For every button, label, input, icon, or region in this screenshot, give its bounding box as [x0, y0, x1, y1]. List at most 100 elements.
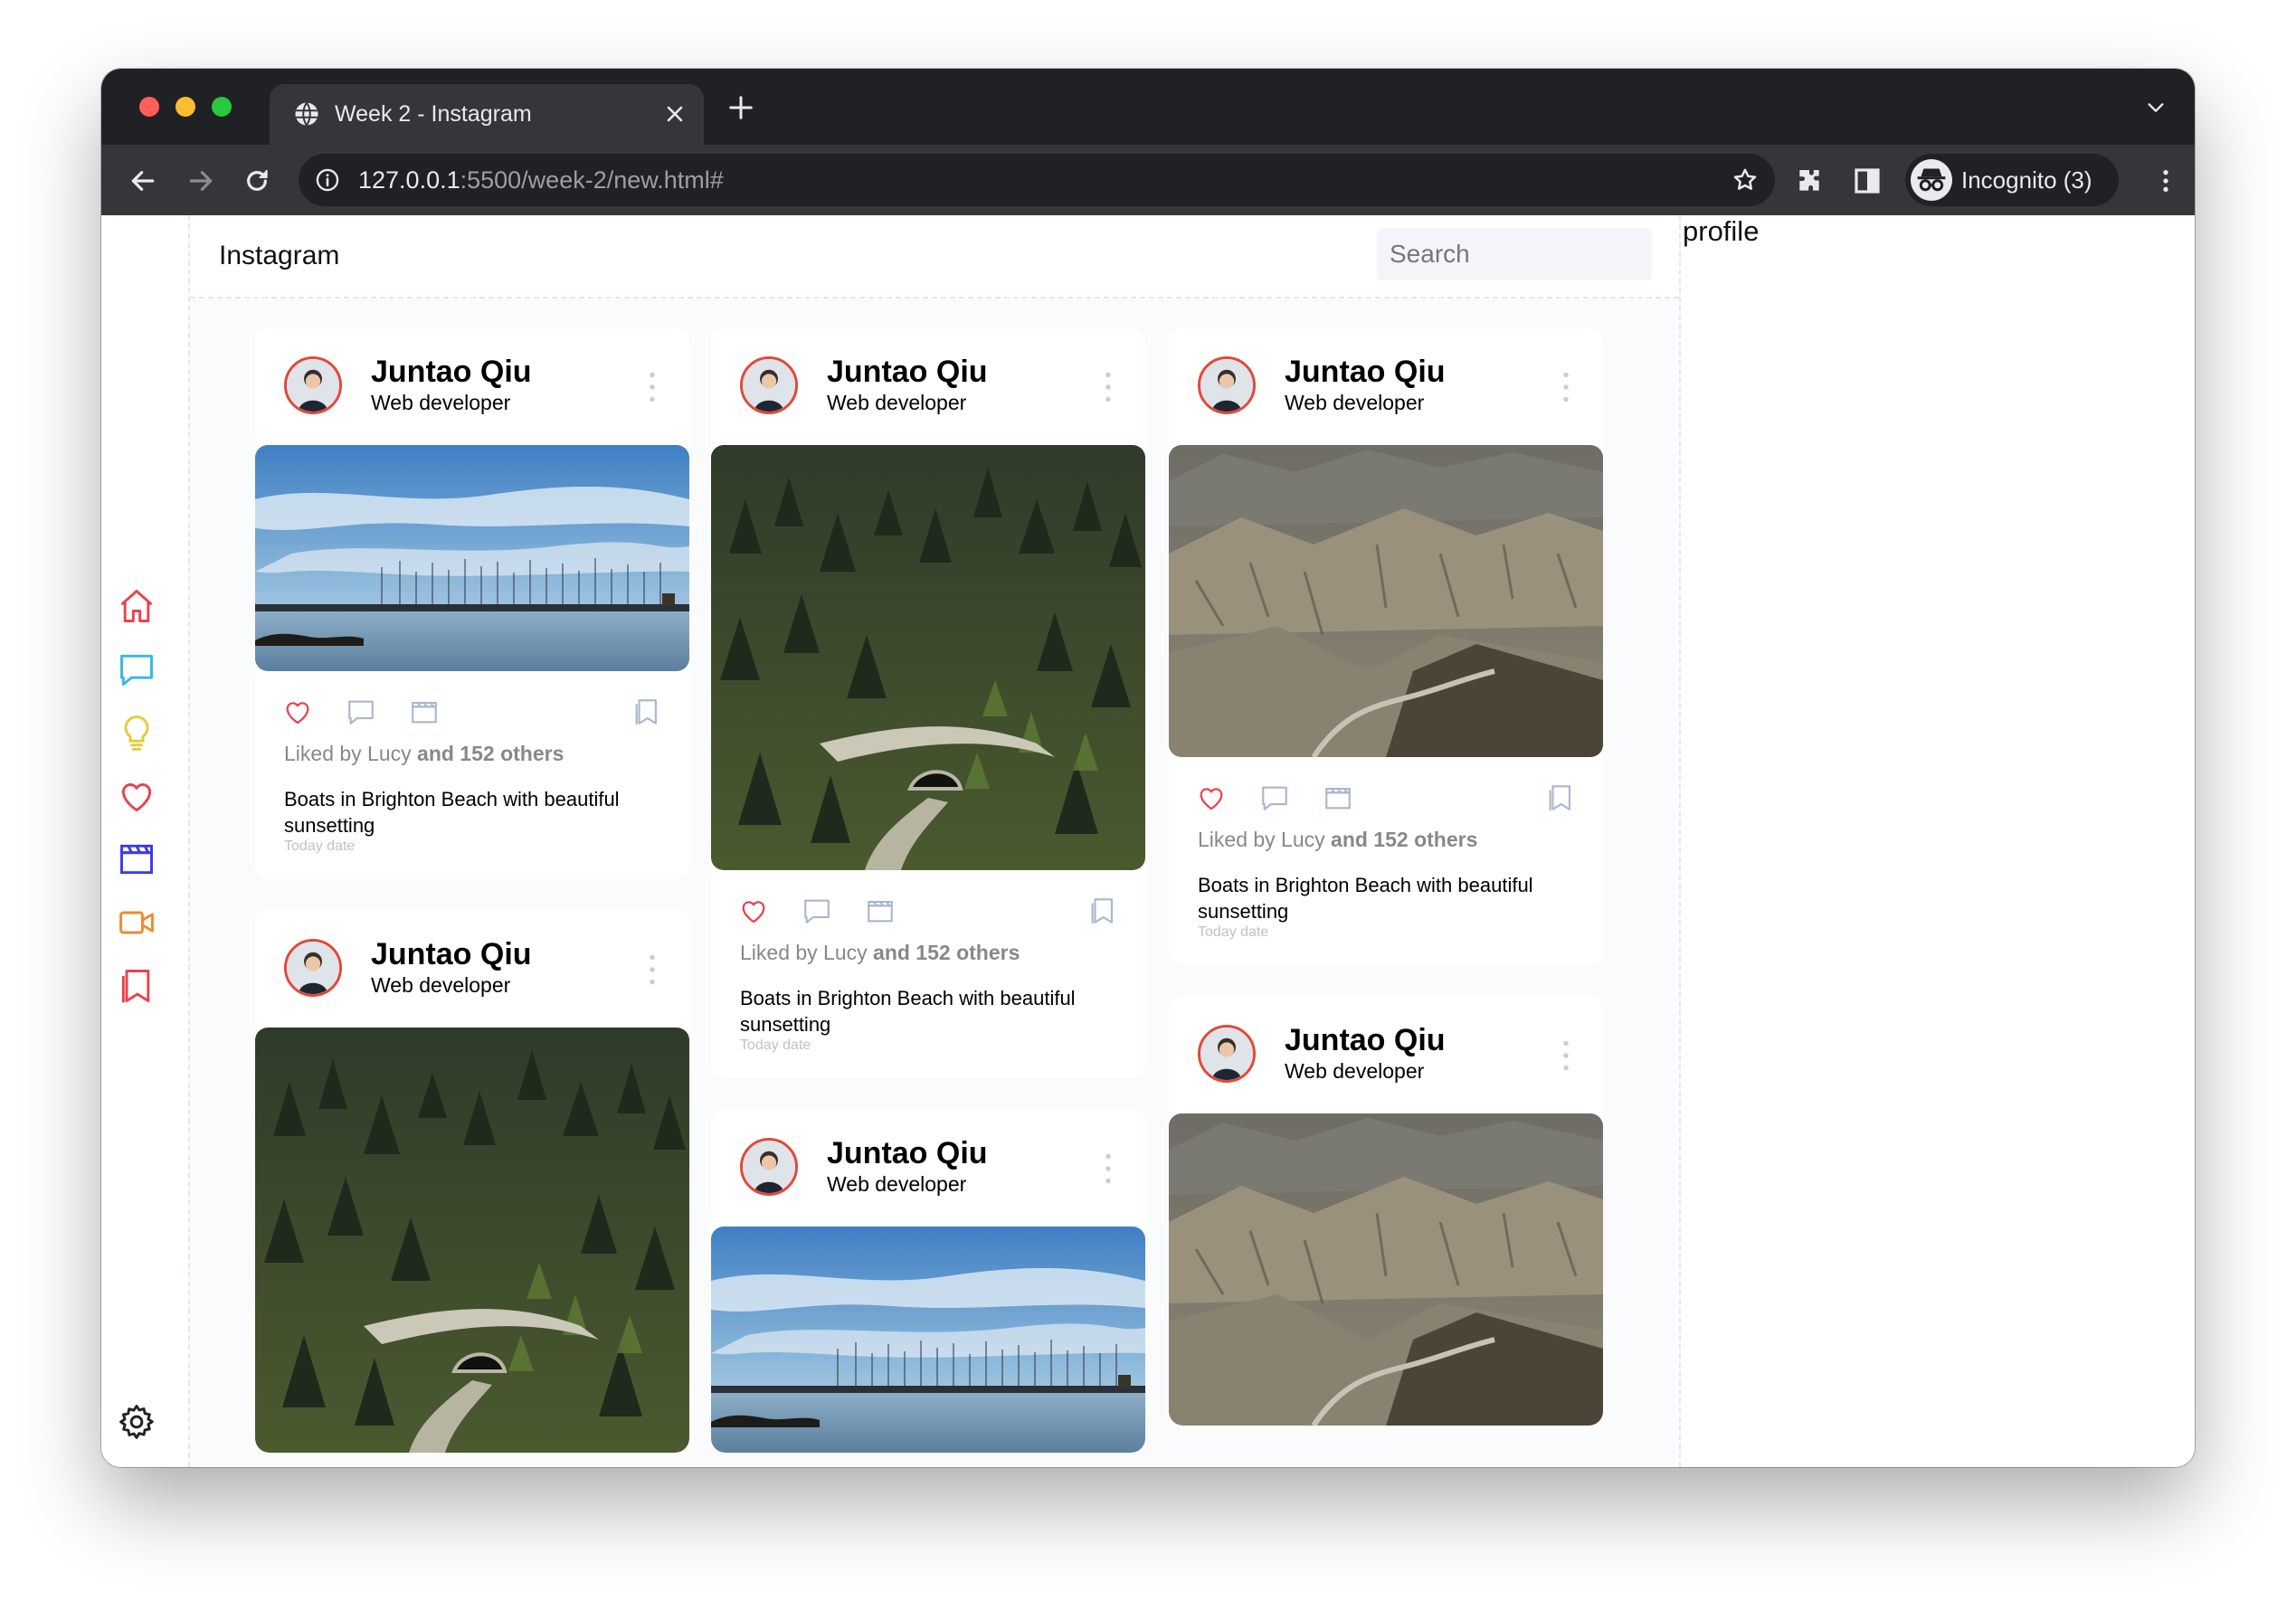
post-photo[interactable] — [711, 445, 1145, 870]
post-card: Juntao Qiu Web developer — [255, 327, 689, 879]
clapperboard-icon[interactable] — [865, 895, 896, 926]
tab-title: Week 2 - Instagram — [335, 101, 532, 127]
browser-tab[interactable]: Week 2 - Instagram — [270, 84, 704, 145]
more-options-icon[interactable] — [648, 371, 657, 403]
bookmark-icon[interactable] — [1545, 782, 1576, 813]
author-role: Web developer — [1285, 1059, 1425, 1083]
clapperboard-icon[interactable] — [409, 696, 440, 727]
author-name[interactable]: Juntao Qiu — [371, 937, 532, 972]
liked-by-text[interactable]: Liked by Lucy — [740, 941, 868, 964]
puzzle-extensions-icon[interactable] — [1795, 166, 1824, 195]
close-tab-icon[interactable] — [662, 101, 688, 127]
forward-arrow-icon[interactable] — [186, 166, 215, 195]
address-bar[interactable]: 127.0.0.1:5500/week-2/new.html# — [299, 154, 1775, 206]
avatar[interactable] — [740, 356, 798, 414]
author-name[interactable]: Juntao Qiu — [827, 1136, 988, 1171]
clapperboard-icon[interactable] — [117, 839, 157, 879]
more-vertical-icon[interactable] — [2151, 166, 2180, 195]
brand-title: Instagram — [219, 241, 340, 270]
messages-icon[interactable] — [117, 649, 157, 689]
avatar[interactable] — [284, 939, 342, 997]
avatar[interactable] — [284, 356, 342, 414]
avatar[interactable] — [1198, 1025, 1256, 1083]
settings-icon[interactable] — [117, 1402, 157, 1442]
liked-others-text[interactable]: and 152 others — [417, 742, 564, 765]
maximize-window-button[interactable] — [212, 97, 232, 117]
chevron-down-icon[interactable] — [2146, 98, 2166, 118]
likes-summary: Liked by Lucy and 152 others — [711, 941, 1145, 965]
author-role: Web developer — [1285, 391, 1425, 414]
bookmarks-icon[interactable] — [117, 966, 157, 1006]
post-date: Today date — [740, 1037, 811, 1053]
side-panel-icon[interactable] — [1853, 166, 1882, 195]
harbor-photo — [711, 1227, 1145, 1453]
bookmark-icon[interactable] — [1087, 895, 1118, 926]
more-options-icon[interactable] — [1104, 1152, 1113, 1185]
author-name[interactable]: Juntao Qiu — [827, 355, 988, 390]
post-actions — [1169, 757, 1603, 828]
globe-icon — [295, 101, 318, 127]
author-role: Web developer — [371, 973, 511, 997]
post-card: Juntao Qiu Web developer — [1169, 327, 1603, 965]
author-role: Web developer — [371, 391, 511, 414]
mountains-photo — [1169, 445, 1603, 757]
more-options-icon[interactable] — [648, 953, 657, 986]
comment-icon[interactable] — [1259, 782, 1290, 813]
incognito-profile-button[interactable]: Incognito (3) — [1905, 154, 2119, 206]
author-name[interactable]: Juntao Qiu — [371, 355, 532, 390]
side-navigation — [101, 215, 188, 1467]
post-photo[interactable] — [1169, 445, 1603, 757]
post-header: Juntao Qiu Web developer — [1169, 327, 1603, 445]
author-name[interactable]: Juntao Qiu — [1285, 1023, 1446, 1058]
post-date: Today date — [1198, 924, 1269, 940]
post-photo[interactable] — [255, 1028, 689, 1453]
more-options-icon[interactable] — [1561, 371, 1570, 403]
avatar[interactable] — [740, 1138, 798, 1196]
post-photo[interactable] — [711, 1227, 1145, 1453]
author-role: Web developer — [827, 1172, 967, 1196]
likes-summary: Liked by Lucy and 152 others — [255, 742, 689, 766]
info-icon[interactable] — [315, 167, 340, 193]
url-path: :5500/week-2/new.html# — [460, 166, 724, 194]
minimize-window-button[interactable] — [176, 97, 195, 117]
back-arrow-icon[interactable] — [128, 166, 157, 195]
reload-icon[interactable] — [242, 166, 271, 195]
incognito-icon — [1911, 159, 1952, 201]
like-heart-icon[interactable] — [738, 895, 769, 926]
heart-icon[interactable] — [117, 776, 157, 816]
search-input[interactable] — [1377, 228, 1652, 280]
clapperboard-icon[interactable] — [1323, 782, 1353, 813]
post-header: Juntao Qiu Web developer — [255, 327, 689, 445]
more-options-icon[interactable] — [1561, 1039, 1570, 1072]
url-host: 127.0.0.1 — [358, 166, 460, 194]
comment-icon[interactable] — [802, 895, 832, 926]
liked-others-text[interactable]: and 152 others — [1331, 828, 1477, 851]
close-window-button[interactable] — [139, 97, 159, 117]
post-header: Juntao Qiu Web developer — [255, 910, 689, 1028]
bookmark-icon[interactable] — [631, 696, 662, 727]
like-heart-icon[interactable] — [282, 696, 313, 727]
more-options-icon[interactable] — [1104, 371, 1113, 403]
like-heart-icon[interactable] — [1196, 782, 1227, 813]
post-photo[interactable] — [1169, 1113, 1603, 1426]
post-card: Juntao Qiu Web developer — [711, 1109, 1145, 1453]
page-content: Instagram Juntao Qiu Web developer — [101, 215, 2195, 1467]
liked-by-text[interactable]: Liked by Lucy — [284, 742, 412, 765]
new-tab-icon[interactable] — [727, 94, 754, 121]
lightbulb-icon[interactable] — [117, 713, 157, 753]
video-camera-icon[interactable] — [117, 903, 157, 943]
avatar[interactable] — [1198, 356, 1256, 414]
liked-by-text[interactable]: Liked by Lucy — [1198, 828, 1325, 851]
post-caption: Boats in Brighton Beach with beautiful s… — [1198, 874, 1533, 923]
comment-icon[interactable] — [346, 696, 376, 727]
likes-summary: Liked by Lucy and 152 others — [1169, 828, 1603, 852]
author-role: Web developer — [827, 391, 967, 414]
post-footer: Liked by Lucy and 152 others Boats in Br… — [1169, 757, 1603, 941]
url-text[interactable]: 127.0.0.1:5500/week-2/new.html# — [358, 166, 724, 194]
post-photo[interactable] — [255, 445, 689, 671]
liked-others-text[interactable]: and 152 others — [873, 941, 1020, 964]
author-name[interactable]: Juntao Qiu — [1285, 355, 1446, 390]
forest-photo — [711, 445, 1145, 870]
home-icon[interactable] — [117, 586, 157, 626]
star-icon[interactable] — [1731, 166, 1759, 194]
